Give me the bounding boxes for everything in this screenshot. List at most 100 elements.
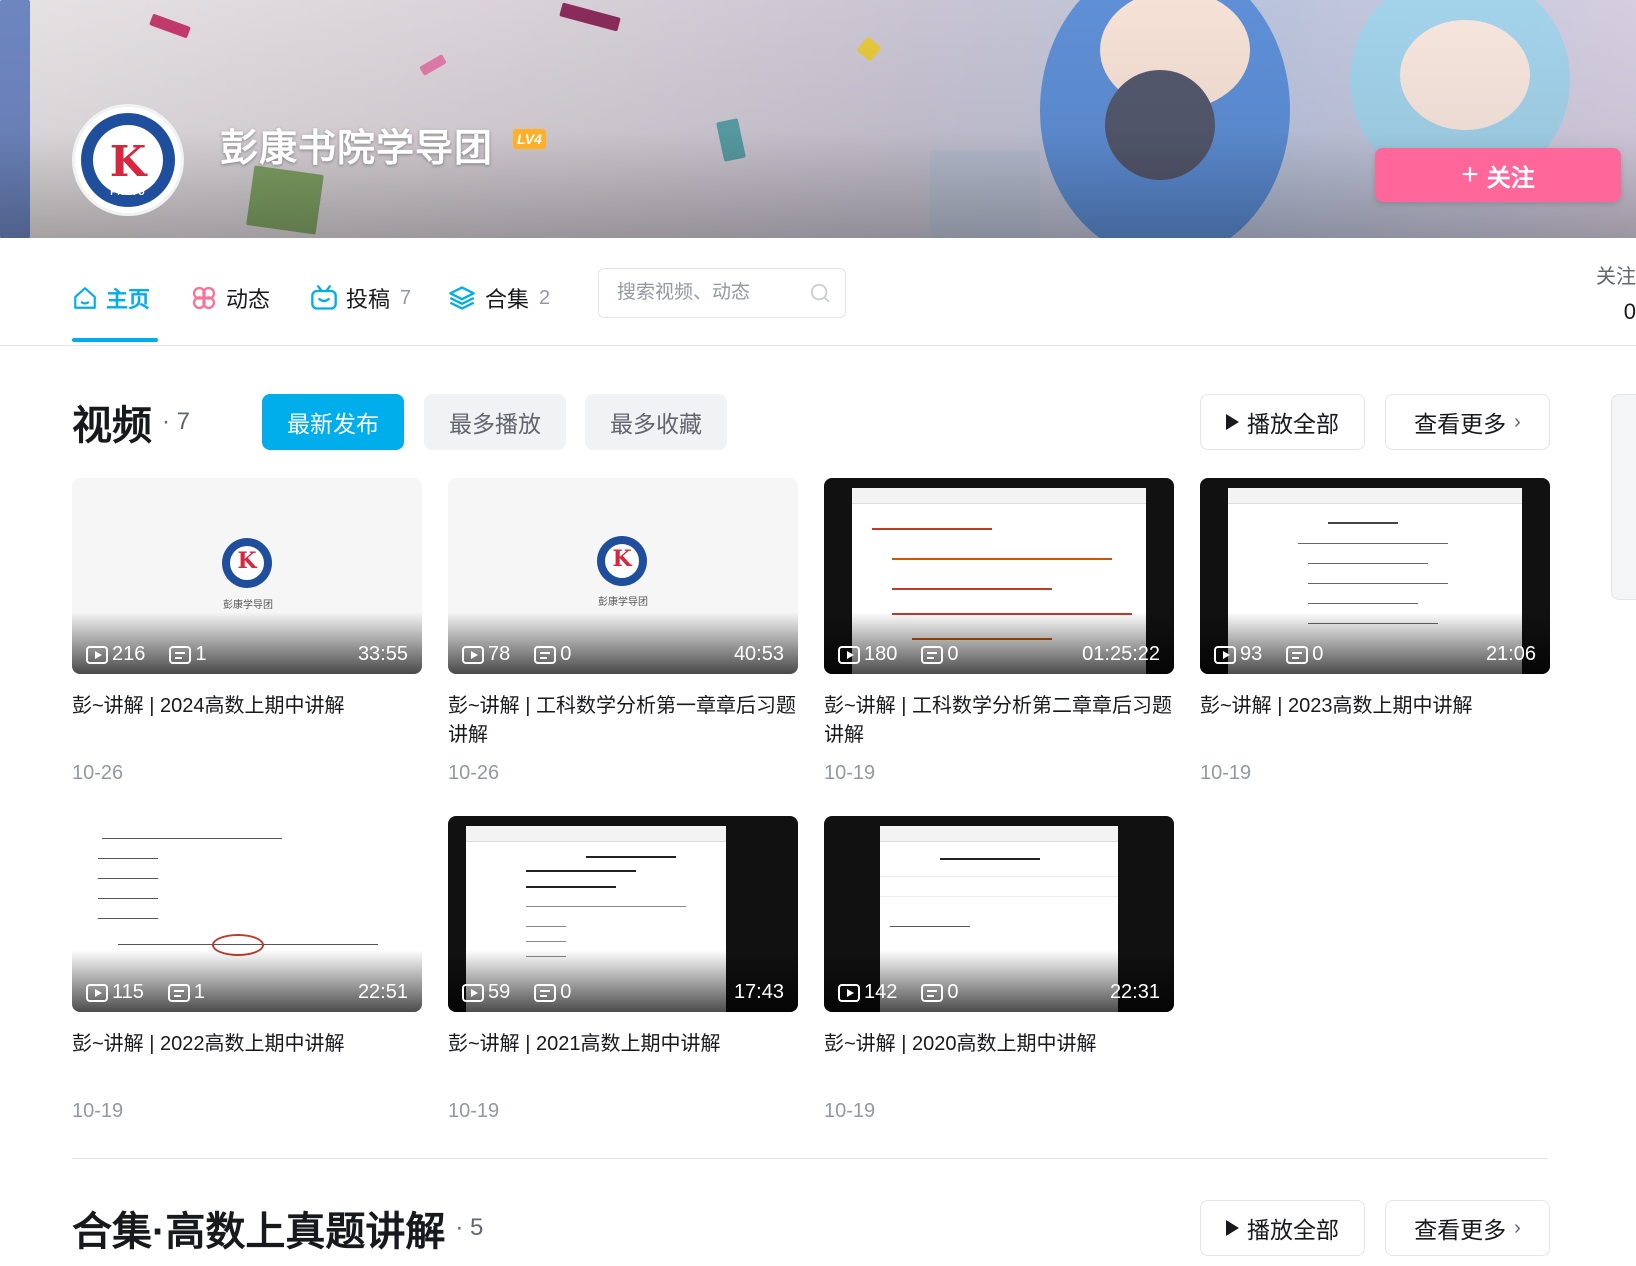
video-title[interactable]: 彭~讲解 | 工科数学分析第二章章后习题讲解 xyxy=(824,692,1174,750)
avatar-logo-caption: PKSTU xyxy=(110,187,146,197)
video-duration: 33:55 xyxy=(357,643,408,665)
danmaku-icon xyxy=(534,645,557,664)
play-count: 180 xyxy=(864,643,898,665)
video-thumbnail[interactable]: K 彭康学导团 78 0 40:53 xyxy=(448,478,798,674)
video-duration: 22:31 xyxy=(1109,981,1160,1003)
video-duration: 40:53 xyxy=(733,643,784,665)
search-icon[interactable] xyxy=(809,282,831,304)
thumbnail-ink xyxy=(526,941,566,942)
sort-most-played-button[interactable]: 最多播放 xyxy=(424,394,566,450)
video-thumbnail[interactable]: K 彭康学导团 216 1 33:55 xyxy=(72,478,422,674)
thumbnail-toolbar xyxy=(466,826,726,842)
tab-home[interactable]: 主页 xyxy=(72,278,150,318)
collection-see-more-button[interactable]: 查看更多 › xyxy=(1385,1200,1550,1256)
sort-most-favorited-button[interactable]: 最多收藏 xyxy=(585,394,727,450)
tab-home-label: 主页 xyxy=(106,287,151,312)
video-title[interactable]: 彭~讲解 | 2021高数上期中讲解 xyxy=(448,1030,798,1088)
plus-icon: + xyxy=(1461,158,1479,191)
thumbnail-logo: K xyxy=(222,538,272,588)
username: 彭康书院学导团 xyxy=(220,128,494,170)
video-date: 10-26 xyxy=(448,762,500,784)
video-thumbnail[interactable]: 59 0 17:43 xyxy=(448,816,798,1012)
video-stats: 142 0 22:31 xyxy=(838,981,1160,1004)
play-count-icon xyxy=(838,983,860,1002)
chevron-right-icon: › xyxy=(1514,410,1521,433)
video-card[interactable]: 115 1 22:51 彭~讲解 | 2022高数上期中讲解 10-19 xyxy=(72,816,422,1123)
collection-section-title[interactable]: 合集·高数上真题讲解 xyxy=(72,1199,445,1257)
danmaku-count: 0 xyxy=(947,643,959,665)
video-duration: 17:43 xyxy=(733,981,784,1003)
tab-uploads[interactable]: 投稿 7 xyxy=(310,278,411,318)
danmaku-icon xyxy=(921,983,944,1002)
videos-count-value: 7 xyxy=(176,408,191,435)
tab-collections[interactable]: 合集 2 xyxy=(447,278,550,318)
video-card[interactable]: 180 0 01:25:22 彭~讲解 | 工科数学分析第二章章后习题讲解 10… xyxy=(824,478,1174,785)
danmaku-count: 0 xyxy=(560,643,572,665)
video-thumbnail[interactable]: 115 1 22:51 xyxy=(72,816,422,1012)
video-card[interactable]: 59 0 17:43 彭~讲解 | 2021高数上期中讲解 10-19 xyxy=(448,816,798,1123)
thumbnail-ink xyxy=(526,886,616,888)
thumbnail-ink xyxy=(1308,563,1428,564)
tab-uploads-label: 投稿 xyxy=(346,287,391,312)
follow-button-label: 关注 xyxy=(1486,164,1535,192)
search-input[interactable] xyxy=(617,282,809,304)
thumbnail-ink xyxy=(892,558,1112,560)
collection-count-value: 5 xyxy=(470,1214,484,1241)
danmaku-icon xyxy=(921,645,944,664)
video-stats: 59 0 17:43 xyxy=(462,981,784,1004)
collection-section-header: 合集·高数上真题讲解 · 5 xyxy=(72,1200,483,1256)
play-count: 216 xyxy=(112,643,146,665)
video-thumbnail[interactable]: 142 0 22:31 xyxy=(824,816,1174,1012)
video-card[interactable]: 142 0 22:31 彭~讲解 | 2020高数上期中讲解 10-19 xyxy=(824,816,1174,1123)
level-badge: LV4 xyxy=(513,129,546,149)
tab-dynamics-label: 动态 xyxy=(226,287,271,312)
avatar[interactable]: K PKSTU xyxy=(72,104,184,216)
see-more-label: 查看更多 xyxy=(1414,411,1507,437)
tab-dynamics[interactable]: 动态 xyxy=(190,278,270,318)
search-box xyxy=(598,268,846,318)
video-stats: 93 0 21:06 xyxy=(1214,643,1536,666)
video-duration: 22:51 xyxy=(357,981,408,1003)
play-count: 59 xyxy=(488,981,511,1003)
collection-play-all-label: 播放全部 xyxy=(1247,1217,1339,1243)
video-thumbnail[interactable]: 180 0 01:25:22 xyxy=(824,478,1174,674)
following-stat[interactable]: 关注 0 xyxy=(1576,260,1636,325)
see-more-button[interactable]: 查看更多 › xyxy=(1385,394,1550,450)
video-date: 10-19 xyxy=(448,1100,500,1122)
play-count-icon xyxy=(462,645,484,664)
sort-latest-button[interactable]: 最新发布 xyxy=(262,394,404,450)
thumbnail-ink xyxy=(1298,543,1448,544)
video-thumbnail[interactable]: 93 0 21:06 xyxy=(1200,478,1550,674)
collection-play-all-button[interactable]: 播放全部 xyxy=(1200,1200,1365,1256)
video-title[interactable]: 彭~讲解 | 工科数学分析第一章章后习题讲解 xyxy=(448,692,798,750)
video-card[interactable]: 93 0 21:06 彭~讲解 | 2023高数上期中讲解 10-19 xyxy=(1200,478,1550,785)
thumbnail-ink xyxy=(98,898,158,899)
video-title[interactable]: 彭~讲解 | 2022高数上期中讲解 xyxy=(72,1030,422,1088)
danmaku-count: 1 xyxy=(195,643,207,665)
video-date: 10-19 xyxy=(824,762,876,784)
video-title[interactable]: 彭~讲解 | 2020高数上期中讲解 xyxy=(824,1030,1174,1088)
tv-icon xyxy=(311,285,337,310)
play-count-icon xyxy=(1214,645,1236,664)
play-count: 115 xyxy=(112,981,144,1003)
thumbnail-ink xyxy=(102,838,282,839)
video-title[interactable]: 彭~讲解 | 2024高数上期中讲解 xyxy=(72,692,422,750)
play-count: 93 xyxy=(1240,643,1263,665)
side-panel-edge xyxy=(1611,394,1636,600)
video-card[interactable]: K 彭康学导团 78 0 40:53 彭~讲解 | 工科数学分析第一章章后习题讲… xyxy=(448,478,798,785)
video-card[interactable]: K 彭康学导团 216 1 33:55 彭~讲解 | 2024高数上期中讲解 1… xyxy=(72,478,422,785)
video-title[interactable]: 彭~讲解 | 2023高数上期中讲解 xyxy=(1200,692,1550,750)
tab-uploads-count: 7 xyxy=(400,286,412,309)
chevron-right-icon: › xyxy=(1514,1216,1521,1239)
videos-section-count: · 7 xyxy=(162,408,191,435)
thumbnail-ink xyxy=(586,856,676,858)
play-all-button[interactable]: 播放全部 xyxy=(1200,394,1365,450)
thumbnail-ink xyxy=(526,870,636,872)
play-all-label: 播放全部 xyxy=(1247,411,1339,437)
active-tab-indicator xyxy=(72,338,158,342)
danmaku-count: 0 xyxy=(560,981,572,1003)
play-count-icon xyxy=(86,983,108,1002)
play-icon xyxy=(1226,1220,1239,1236)
video-stats: 115 1 22:51 xyxy=(86,981,408,1004)
follow-button[interactable]: + 关注 xyxy=(1375,148,1621,202)
